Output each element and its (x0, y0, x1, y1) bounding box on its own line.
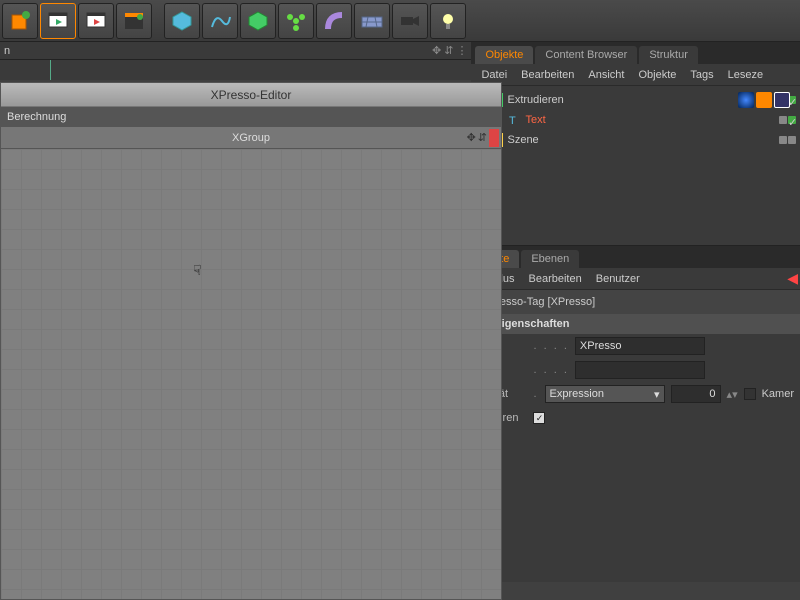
tool-floor[interactable] (354, 3, 390, 39)
attr-menu-benutzer[interactable]: Benutzer (596, 273, 640, 285)
attr-row-priority: riorität . Expression ▾ ▴▾ Kamer (471, 382, 800, 406)
collapse-icon[interactable]: ⇵ (478, 131, 487, 144)
cursor-icon: ☟ (193, 262, 202, 279)
name-field[interactable] (575, 337, 705, 355)
menu-bearbeiten[interactable]: Bearbeiten (521, 69, 574, 81)
tree-row-szene[interactable]: Szene (475, 130, 796, 150)
tool-atom[interactable] (278, 3, 314, 39)
attr-row-layer: bene . . . . (471, 358, 800, 382)
object-tree[interactable]: − Extrudieren ✓ T Text ✓ Szene (471, 86, 800, 246)
menu-lesezeichen[interactable]: Leseze (728, 69, 763, 81)
activate-checkbox[interactable]: ✓ (533, 412, 545, 424)
chevron-down-icon: ▾ (654, 388, 660, 401)
xpresso-menu-berechnung[interactable]: Berechnung (7, 111, 66, 123)
layer-field[interactable] (575, 361, 705, 379)
xpresso-editor-window[interactable]: XPresso-Editor Berechnung XGroup ✥ ⇵ ☟ (0, 82, 502, 600)
tab-struktur[interactable]: Struktur (639, 46, 698, 64)
header-label: n (4, 45, 10, 57)
tool-timeline1[interactable] (40, 3, 76, 39)
xgroup-header[interactable]: XGroup ✥ ⇵ (1, 127, 501, 149)
xpresso-title-bar[interactable]: XPresso-Editor (1, 83, 501, 107)
tool-spline[interactable] (202, 3, 238, 39)
camera-checkbox[interactable] (744, 388, 756, 400)
attr-row-activate: ktivieren ✓ (471, 406, 800, 430)
move-icons[interactable]: ✥ ⇵ ⋮ (432, 44, 468, 57)
object-panel-tabs: Objekte Content Browser Struktur (471, 42, 800, 64)
tool-timeline2[interactable] (78, 3, 114, 39)
object-panel-menu: Datei Bearbeiten Ansicht Objekte Tags Le… (471, 64, 800, 86)
xpresso-canvas[interactable]: ☟ (1, 149, 501, 599)
tab-ebenen[interactable]: Ebenen (521, 250, 579, 268)
menu-ansicht[interactable]: Ansicht (588, 69, 624, 81)
priority-select[interactable]: Expression ▾ (545, 385, 665, 403)
close-icon[interactable] (489, 129, 499, 147)
menu-objekte[interactable]: Objekte (638, 69, 676, 81)
menu-datei[interactable]: Datei (481, 69, 507, 81)
attr-menu-bearbeiten[interactable]: Bearbeiten (529, 273, 582, 285)
attribute-tabs: ibute Ebenen (471, 246, 800, 268)
attr-row-name: ame . . . . (471, 334, 800, 358)
attr-section-basis[interactable]: is-Eigenschaften (471, 314, 800, 334)
tool-camera[interactable] (392, 3, 428, 39)
timeline[interactable] (0, 60, 471, 80)
tree-row-text[interactable]: T Text ✓ (475, 110, 796, 130)
tool-array-cube[interactable] (240, 3, 276, 39)
move-icon[interactable]: ✥ (467, 131, 476, 144)
tool-cube-add[interactable] (2, 3, 38, 39)
tool-clapperboard[interactable] (116, 3, 152, 39)
tool-light[interactable] (430, 3, 466, 39)
menu-tags[interactable]: Tags (690, 69, 713, 81)
priority-number[interactable] (671, 385, 721, 403)
attr-back-arrow-icon[interactable]: ◀ (787, 270, 798, 287)
tool-bend[interactable] (316, 3, 352, 39)
attribute-panel: Modus Bearbeiten Benutzer ◀ XPresso-Tag … (471, 268, 800, 582)
tag-icon-xpresso[interactable] (774, 92, 790, 108)
tag-icon-material[interactable] (738, 92, 754, 108)
svg-text:T: T (509, 115, 516, 127)
tab-objekte[interactable]: Objekte (475, 46, 533, 64)
attr-object-title: XPresso-Tag [XPresso] (471, 290, 800, 314)
xpresso-menu: Berechnung (1, 107, 501, 127)
tag-icon-display[interactable] (756, 92, 772, 108)
tool-cube[interactable] (164, 3, 200, 39)
main-toolbar (0, 0, 800, 42)
tab-content-browser[interactable]: Content Browser (535, 46, 637, 64)
